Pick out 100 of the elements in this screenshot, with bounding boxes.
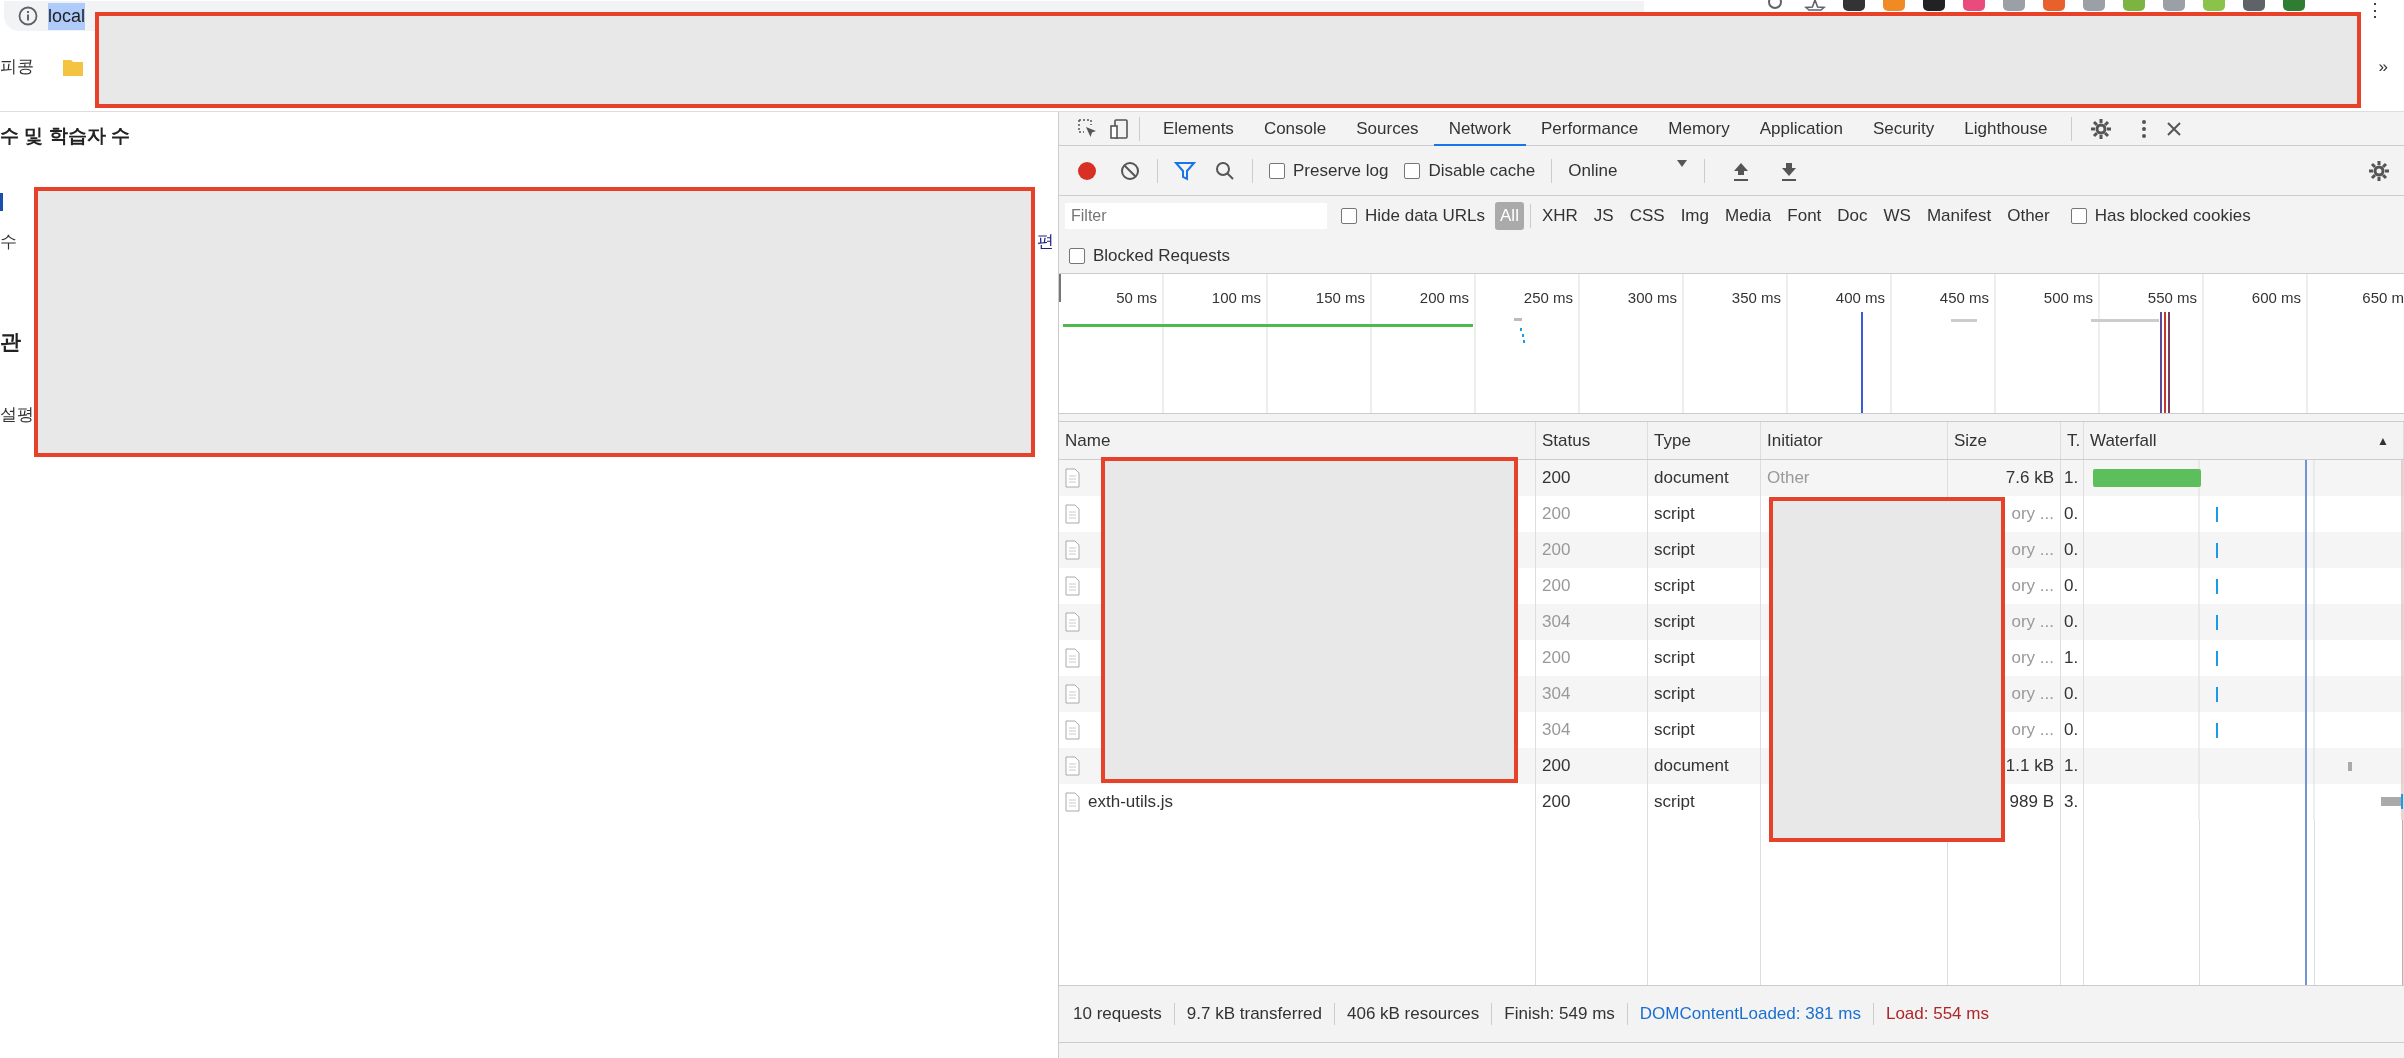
file-icon — [1065, 576, 1080, 596]
initiator-cell-text: Other — [1767, 467, 1810, 490]
preserve-log-checkbox[interactable]: Preserve log — [1269, 157, 1389, 184]
time-cell-text: 3. — [2064, 791, 2079, 814]
filter-type-button[interactable]: Doc — [1832, 202, 1873, 230]
extension-icon[interactable] — [1842, 0, 1866, 11]
timeline-tick-label: 200 ms — [1419, 289, 1469, 306]
page-text: 수 — [0, 230, 17, 253]
waterfall-bar — [2381, 794, 2403, 809]
settings-icon[interactable] — [2089, 117, 2112, 140]
filter-type-button[interactable]: CSS — [1624, 202, 1670, 230]
devtools-tab[interactable]: Security — [1857, 111, 1950, 146]
page-heading: 수 및 학습자 수 — [0, 124, 131, 148]
filter-type-button[interactable]: XHR — [1536, 202, 1583, 230]
devtools-tab[interactable]: Console — [1248, 111, 1342, 146]
throttling-dropdown[interactable]: Online — [1568, 157, 1689, 184]
timeline-tick-label: 400 ms — [1835, 289, 1885, 306]
info-icon[interactable] — [18, 6, 38, 26]
type-cell: document — [1648, 748, 1761, 784]
status-text: 9.7 kB transferred — [1174, 1003, 1335, 1025]
filter-type-button[interactable]: Font — [1782, 202, 1827, 230]
more-bookmarks-button[interactable]: » — [2378, 53, 2388, 80]
type-cell: script — [1648, 784, 1761, 820]
timeline-tick-label: 500 ms — [2043, 289, 2093, 306]
status-text: DOMContentLoaded: 381 ms — [1627, 1003, 1874, 1025]
time-cell-text: 1. — [2064, 755, 2079, 778]
column-header[interactable]: T. — [2061, 422, 2084, 459]
time-cell-text: 0. — [2064, 611, 2079, 634]
blocked-requests-checkbox[interactable]: Blocked Requests — [1069, 243, 1231, 269]
filter-type-button[interactable]: Other — [2002, 202, 2055, 230]
devtools-tab[interactable]: Sources — [1341, 111, 1434, 146]
star-icon[interactable] — [1804, 0, 1826, 11]
disable-cache-checkbox[interactable]: Disable cache — [1404, 157, 1536, 184]
extension-icon[interactable] — [1922, 0, 1946, 11]
time-cell-text: 1. — [2064, 647, 2079, 670]
filter-type-button[interactable]: Manifest — [1921, 202, 1997, 230]
extension-icon[interactable] — [2242, 0, 2266, 11]
blocked-cookies-checkbox[interactable]: Has blocked cookies — [2070, 203, 2251, 229]
hide-data-urls-checkbox[interactable]: Hide data URLs — [1341, 203, 1485, 229]
file-icon — [1065, 684, 1080, 704]
timeline-tick-label: 300 ms — [1627, 289, 1677, 306]
size-cell-text: 7.6 kB — [2005, 467, 2054, 490]
filter-type-button[interactable]: Media — [1720, 202, 1777, 230]
size-cell-text: 989 B — [2009, 791, 2054, 814]
page-text: 설평 — [0, 403, 35, 426]
size-cell-text: ory ... — [2011, 539, 2054, 562]
devtools-tab[interactable]: Performance — [1526, 111, 1654, 146]
column-header[interactable]: Initiator — [1761, 422, 1948, 459]
filter-type-button[interactable]: Img — [1675, 202, 1714, 230]
column-header[interactable]: Waterfall — [2090, 427, 2157, 454]
status-cell: 200 — [1536, 784, 1648, 820]
filter-icon[interactable] — [1174, 159, 1196, 182]
file-icon — [1065, 756, 1080, 776]
size-cell-text: ory ... — [2011, 575, 2054, 598]
timeline-tick-label: 100 ms — [1211, 289, 1261, 306]
file-icon — [1065, 792, 1080, 812]
status-cell: 304 — [1536, 676, 1648, 712]
device-icon[interactable] — [1109, 117, 1131, 140]
time-cell-text: 0. — [2064, 719, 2079, 742]
type-cell: script — [1648, 532, 1761, 568]
clear-icon[interactable] — [1119, 159, 1141, 182]
timeline-tick-label: 150 ms — [1315, 289, 1365, 306]
filter-type-button[interactable]: WS — [1878, 202, 1916, 230]
time-cell-text: 0. — [2064, 503, 2079, 526]
file-icon — [1065, 648, 1080, 668]
caret-icon — [1676, 157, 1689, 168]
timeline-tick-label: 450 ms — [1939, 289, 1989, 306]
devtools-tab[interactable]: Application — [1744, 111, 1858, 146]
menu-icon[interactable]: ⋮ — [2366, 0, 2384, 20]
filter-field[interactable]: Filter — [1065, 203, 1327, 230]
search-icon[interactable] — [1214, 159, 1236, 182]
size-cell-text: ory ... — [2011, 719, 2054, 742]
filter-type-button[interactable]: JS — [1588, 202, 1619, 230]
devtools-tab[interactable]: Elements — [1148, 111, 1249, 146]
column-header[interactable]: Status — [1536, 422, 1648, 459]
status-text: Finish: 549 ms — [1492, 1003, 1628, 1025]
time-cell-text: 0. — [2064, 683, 2079, 706]
type-cell: script — [1648, 604, 1761, 640]
url-text[interactable]: local — [48, 2, 86, 30]
type-cell: script — [1648, 676, 1761, 712]
file-icon — [1065, 540, 1080, 560]
sort-indicator[interactable]: ▲ — [2377, 431, 2389, 450]
close-icon[interactable] — [2165, 120, 2182, 137]
type-cell: document — [1648, 460, 1761, 496]
timeline-tick-label: 250 ms — [1523, 289, 1573, 306]
column-header[interactable]: Type — [1648, 422, 1761, 459]
timeline-tick-label: 350 ms — [1731, 289, 1781, 306]
file-icon — [1065, 504, 1080, 524]
devtools-tab[interactable]: Lighthouse — [1949, 111, 2063, 146]
bookmark-item[interactable]: 피콩 — [0, 53, 34, 80]
section-heading: 관 — [0, 329, 22, 355]
devtools-tab[interactable]: Memory — [1653, 111, 1745, 146]
column-header[interactable]: Size — [1948, 422, 2061, 459]
status-cell: 200 — [1536, 532, 1648, 568]
settings-icon[interactable] — [2368, 159, 2390, 182]
size-cell-text: ory ... — [2011, 647, 2054, 670]
file-name[interactable]: exth-utils.js — [1088, 789, 1174, 815]
more-icon[interactable] — [2139, 117, 2148, 140]
size-cell-text: ory ... — [2011, 611, 2054, 634]
status-text: 406 kB resources — [1334, 1003, 1493, 1025]
